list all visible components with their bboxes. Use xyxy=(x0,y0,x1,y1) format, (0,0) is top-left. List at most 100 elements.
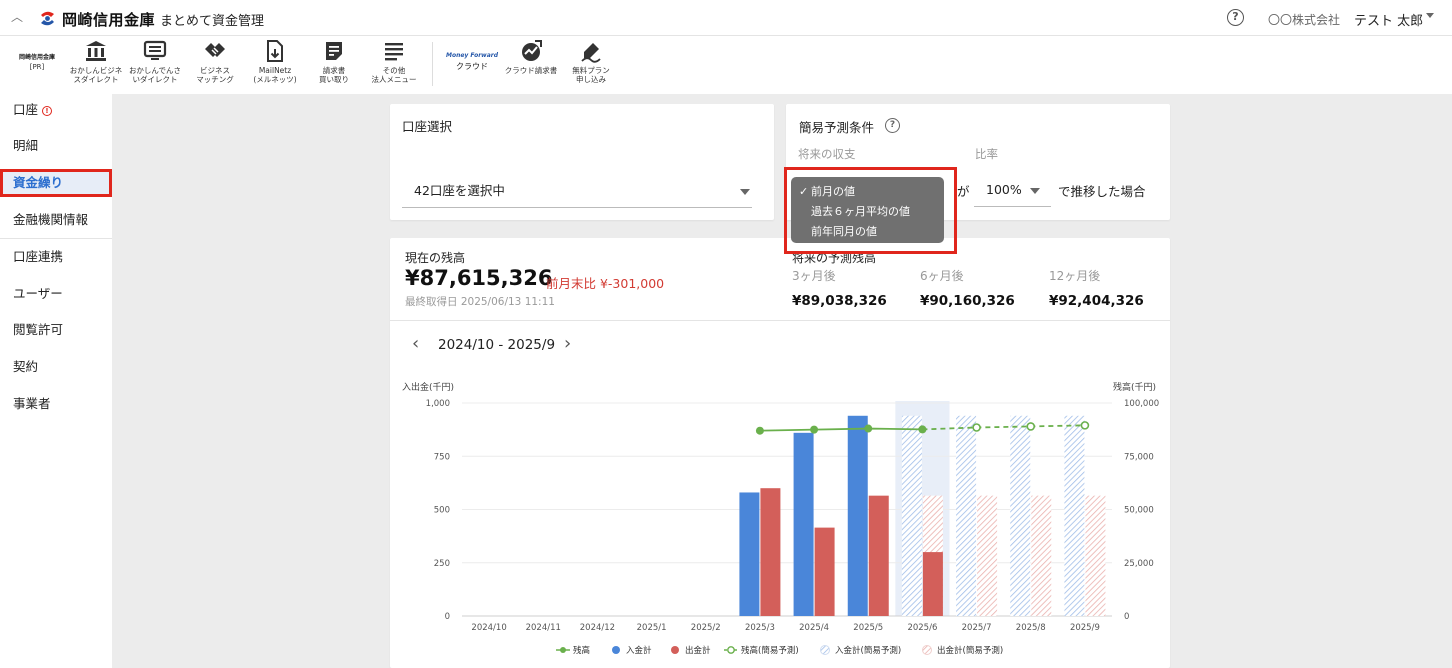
sidebar-item-business[interactable]: 事業者 xyxy=(0,390,112,418)
balance-forecast-point xyxy=(1026,422,1036,431)
future-12m-label: 12ヶ月後 xyxy=(1049,269,1101,283)
user-menu-caret-icon[interactable] xyxy=(1426,13,1434,18)
sidebar-item-label: 閲覧許可 xyxy=(13,322,64,337)
y-tick-right: 75,000 xyxy=(1124,452,1154,462)
invoice-icon xyxy=(326,42,342,60)
future-3m-value: ¥89,038,326 xyxy=(792,293,887,309)
bar-expense-forecast xyxy=(977,495,998,616)
y-tick-left: 250 xyxy=(434,559,450,569)
service-toolbar: 岡崎信用金庫 [PR] おかしんビジネ スダイレクト おかしんでんさ いダイレク… xyxy=(0,36,1452,94)
collapse-chevron-icon[interactable]: ︿ xyxy=(8,8,26,26)
balance-point xyxy=(918,425,927,434)
account-select-dropdown[interactable]: 42口座を選択中 xyxy=(402,176,752,208)
x-tick-label: 2025/5 xyxy=(853,623,883,633)
money-forward-name: Money Forward xyxy=(446,52,498,59)
toolbar-label: 無料プラン 申し込み xyxy=(572,66,610,84)
company-name: 〇〇株式会社 xyxy=(1268,13,1341,27)
y-axis-left-label: 入出金(千円) xyxy=(402,381,454,393)
legend-swatch xyxy=(820,645,830,655)
toolbar-label: おかしんでんさ いダイレクト xyxy=(128,66,182,84)
user-menu[interactable]: テスト 太郎 xyxy=(1354,10,1423,29)
legend-swatch xyxy=(671,646,679,654)
x-tick-label: 2025/6 xyxy=(907,623,937,633)
sidebar-item-institution-info[interactable]: 金融機関情報 xyxy=(0,206,112,234)
prev-period-icon[interactable]: ‹ xyxy=(412,333,419,354)
bar-expense xyxy=(760,488,781,616)
toolbar-label: その他 法人メニュー xyxy=(371,66,417,84)
dropdown-caret-icon xyxy=(1030,188,1040,194)
ratio-select[interactable]: 100% xyxy=(974,175,1051,207)
sidebar-item-label: 資金繰り xyxy=(13,175,64,190)
next-period-icon[interactable]: › xyxy=(564,333,571,354)
sidebar-item-label: 金融機関情報 xyxy=(13,212,89,227)
sidebar-item-account-link[interactable]: 口座連携 xyxy=(0,243,112,271)
balance-forecast-point xyxy=(1080,421,1090,430)
bar-expense xyxy=(814,527,835,616)
toolbar-item-cloud-invoice[interactable]: クラウド請求書 xyxy=(500,39,562,75)
toolbar-item-free-plan[interactable]: 無料プラン 申し込み xyxy=(560,39,622,84)
toolbar-label: おかしんビジネ スダイレクト xyxy=(69,66,123,84)
sidebar-item-label: 明細 xyxy=(13,138,39,153)
forecast-suffix: で推移した場合 xyxy=(1058,184,1146,199)
app-title: まとめて資金管理 xyxy=(160,14,265,29)
toolbar-item-business-matching[interactable]: ビジネス マッチング xyxy=(184,39,246,84)
bar-income-forecast xyxy=(1064,415,1085,616)
brand-name: 岡崎信用金庫 xyxy=(62,11,156,29)
bar-expense-forecast xyxy=(1031,495,1052,616)
help-icon[interactable]: ? xyxy=(1227,9,1244,26)
pr-banner[interactable]: 岡崎信用金庫 [PR] xyxy=(8,52,66,71)
balance-point xyxy=(864,424,873,433)
sidebar-item-cash-flow[interactable]: 資金繰り xyxy=(0,169,112,197)
sidebar-item-label: 口座 xyxy=(13,102,39,117)
toolbar-item-invoice-purchase[interactable]: 請求書 買い取り xyxy=(303,39,365,84)
monitor-icon xyxy=(143,40,167,60)
ratio-value: 100% xyxy=(986,182,1022,197)
help-icon[interactable]: ? xyxy=(885,118,900,133)
toolbar-item-mailnetz[interactable]: MailNetz (メルネッツ) xyxy=(244,39,306,84)
menu-icon xyxy=(385,43,403,61)
dropdown-caret-icon xyxy=(740,189,750,195)
bar-income-forecast xyxy=(1010,415,1031,616)
account-select-value: 42口座を選択中 xyxy=(414,183,505,198)
bar-expense xyxy=(922,552,943,616)
y-tick-left: 0 xyxy=(445,612,450,622)
top-bar: ︿ 岡崎信用金庫 まとめて資金管理 ? 〇〇株式会社 テスト 太郎 xyxy=(0,0,1452,36)
legend-label: 出金計(簡易予測) xyxy=(937,645,1003,656)
toolbar-label: MailNetz (メルネッツ) xyxy=(253,66,297,84)
bar-expense xyxy=(868,495,889,616)
card-divider xyxy=(390,320,1170,321)
x-tick-label: 2024/12 xyxy=(580,623,615,633)
bar-income-forecast xyxy=(901,415,922,616)
forecast-title: 簡易予測条件 xyxy=(799,120,875,135)
bar-expense-forecast xyxy=(1085,495,1106,616)
money-forward-logo[interactable]: Money Forward クラウド xyxy=(443,52,501,72)
toolbar-item-business-direct[interactable]: おかしんビジネ スダイレクト xyxy=(65,39,127,84)
toolbar-item-other-menu[interactable]: その他 法人メニュー xyxy=(363,39,425,84)
brand-logo-icon xyxy=(37,8,58,29)
y-tick-right: 50,000 xyxy=(1124,506,1154,516)
handshake-icon xyxy=(205,43,225,57)
toolbar-item-densai-direct[interactable]: おかしんでんさ いダイレクト xyxy=(124,39,186,84)
sidebar-item-statements[interactable]: 明細 xyxy=(0,132,112,160)
x-tick-label: 2025/2 xyxy=(691,623,721,633)
sidebar-item-view-permission[interactable]: 閲覧許可 xyxy=(0,316,112,344)
x-tick-label: 2025/9 xyxy=(1070,623,1100,633)
sidebar-item-contract[interactable]: 契約 xyxy=(0,353,112,381)
sidebar-item-users[interactable]: ユーザー xyxy=(0,280,112,308)
toolbar-label: ビジネス マッチング xyxy=(196,66,234,84)
x-tick-label: 2024/10 xyxy=(471,623,506,633)
pr-tag: [PR] xyxy=(29,63,45,71)
legend-swatch xyxy=(612,646,620,654)
sidebar-item-accounts[interactable]: 口座! xyxy=(0,96,112,124)
bar-income xyxy=(793,432,814,616)
balance-forecast-point xyxy=(972,423,981,432)
legend-swatch xyxy=(727,646,735,654)
y-tick-right: 0 xyxy=(1124,612,1129,622)
ga-text: が xyxy=(957,184,970,199)
future-income-label: 将来の収支 xyxy=(798,147,856,161)
legend-swatch xyxy=(922,645,932,655)
legend-label: 残高 xyxy=(573,645,590,656)
bar-income-forecast xyxy=(956,415,977,616)
x-tick-label: 2025/1 xyxy=(637,623,667,633)
toolbar-label: クラウド請求書 xyxy=(504,66,558,75)
